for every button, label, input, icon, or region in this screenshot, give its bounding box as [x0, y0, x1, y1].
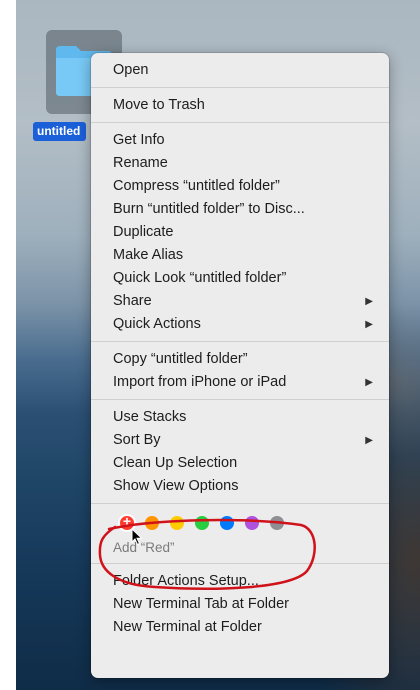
menu-separator — [91, 341, 389, 342]
menu-item-clean-up-selection[interactable]: Clean Up Selection — [91, 452, 389, 475]
menu-item-open[interactable]: Open — [91, 59, 389, 82]
menu-item-label: New Terminal Tab at Folder — [113, 596, 289, 612]
folder-name-label[interactable]: untitled — [33, 122, 87, 141]
submenu-arrow-icon: ▶ — [365, 319, 373, 330]
menu-item-label: Sort By — [113, 432, 161, 448]
menu-item-get-info[interactable]: Get Info — [91, 129, 389, 152]
menu-item-label: Quick Look “untitled folder” — [113, 270, 287, 286]
menu-item-new-terminal-at-folder[interactable]: New Terminal at Folder — [91, 616, 389, 639]
menu-item-label: Open — [113, 62, 149, 78]
menu-item-label: Get Info — [113, 132, 165, 148]
menu-separator — [91, 87, 389, 88]
menu-item-label: Move to Trash — [113, 97, 205, 113]
menu-item-label: Use Stacks — [113, 409, 187, 425]
menu-item-label: Burn “untitled folder” to Disc... — [113, 201, 305, 217]
menu-item-share[interactable]: Share ▶ — [91, 290, 389, 313]
menu-item-move-to-trash[interactable]: Move to Trash — [91, 94, 389, 117]
menu-item-new-terminal-tab-at-folder[interactable]: New Terminal Tab at Folder — [91, 593, 389, 616]
menu-item-label: Clean Up Selection — [113, 455, 238, 471]
menu-item-label: Import from iPhone or iPad — [113, 374, 287, 390]
menu-item-show-view-options[interactable]: Show View Options — [91, 475, 389, 498]
menu-separator — [91, 122, 389, 123]
menu-item-burn-untitled-folder-to-disc[interactable]: Burn “untitled folder” to Disc... — [91, 198, 389, 221]
menu-item-copy-untitled-folder[interactable]: Copy “untitled folder” — [91, 348, 389, 371]
menu-item-compress-untitled-folder[interactable]: Compress “untitled folder” — [91, 175, 389, 198]
menu-item-quick-look-untitled-folder[interactable]: Quick Look “untitled folder” — [91, 267, 389, 290]
menu-item-label: Duplicate — [113, 224, 174, 240]
menu-item-label: Show View Options — [113, 478, 239, 494]
menu-item-import-from-iphone-or-ipad[interactable]: Import from iPhone or iPad ▶ — [91, 371, 389, 394]
menu-item-label: Compress “untitled folder” — [113, 178, 280, 194]
menu-item-quick-actions[interactable]: Quick Actions ▶ — [91, 313, 389, 336]
menu-separator — [91, 399, 389, 400]
menu-item-label: Share — [113, 293, 152, 309]
menu-separator — [91, 503, 389, 504]
menu-item-make-alias[interactable]: Make Alias — [91, 244, 389, 267]
menu-item-use-stacks[interactable]: Use Stacks — [91, 406, 389, 429]
submenu-arrow-icon: ▶ — [365, 435, 373, 446]
submenu-arrow-icon: ▶ — [365, 377, 373, 388]
menu-item-label: Quick Actions — [113, 316, 201, 332]
menu-item-rename[interactable]: Rename — [91, 152, 389, 175]
menu-item-sort-by[interactable]: Sort By ▶ — [91, 429, 389, 452]
menu-item-label: Rename — [113, 155, 168, 171]
menu-item-duplicate[interactable]: Duplicate — [91, 221, 389, 244]
menu-item-label: New Terminal at Folder — [113, 619, 262, 635]
red-circle-annotation — [98, 518, 316, 590]
menu-item-label: Copy “untitled folder” — [113, 351, 248, 367]
menu-item-label: Make Alias — [113, 247, 184, 263]
submenu-arrow-icon: ▶ — [365, 296, 373, 307]
